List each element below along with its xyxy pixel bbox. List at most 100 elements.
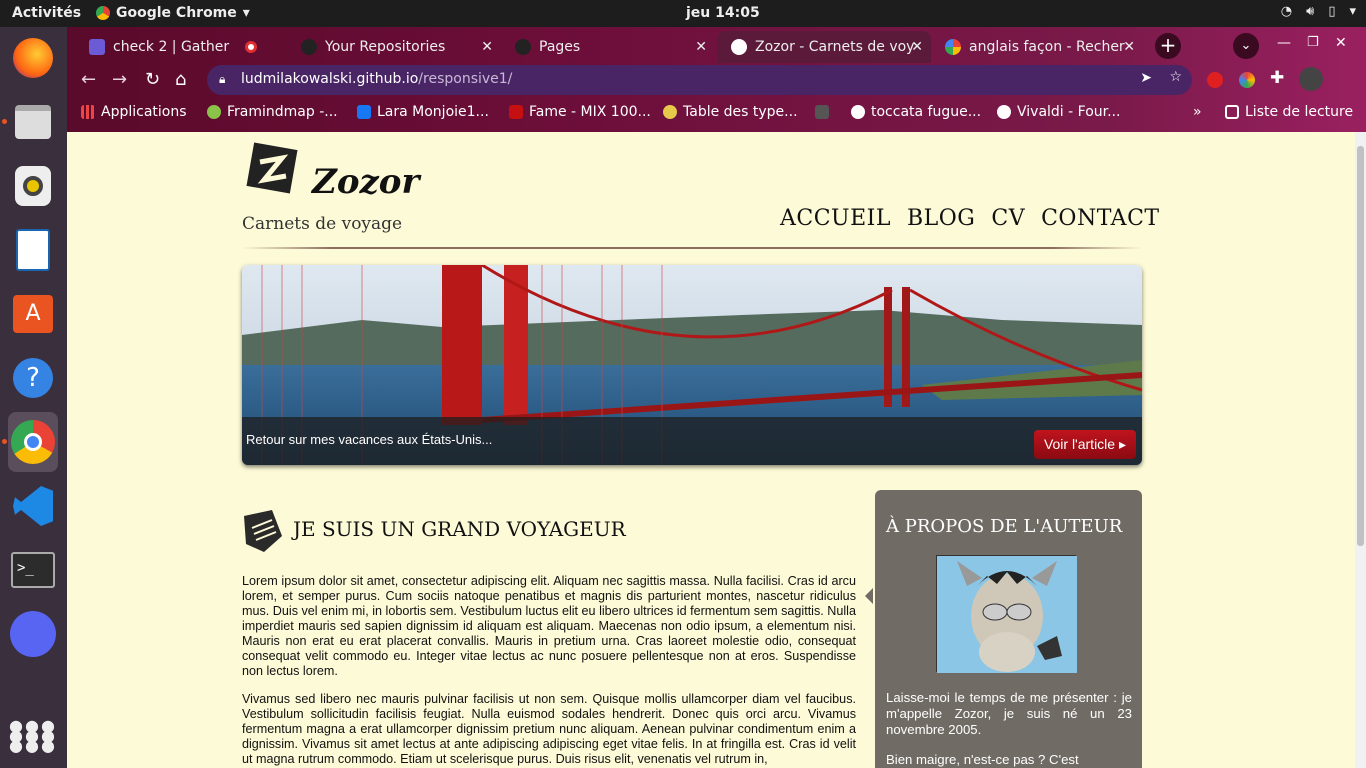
- tab-repositories[interactable]: Your Repositories ✕: [287, 31, 501, 63]
- tab-zozor[interactable]: Zozor - Carnets de voy ✕: [717, 31, 931, 63]
- close-icon[interactable]: ✕: [695, 39, 707, 55]
- site-tagline: Carnets de voyage: [242, 214, 403, 234]
- tab-search-button[interactable]: ⌄: [1233, 33, 1259, 59]
- bookmark-table-types[interactable]: Table des type...: [663, 104, 798, 120]
- minimize-button[interactable]: —: [1277, 35, 1291, 51]
- rhythmbox-icon[interactable]: [8, 161, 58, 211]
- tab-title: Pages: [539, 39, 581, 55]
- tab-pages[interactable]: Pages ✕: [501, 31, 715, 63]
- libreoffice-writer-icon[interactable]: [8, 225, 58, 275]
- chevron-right-icon: »: [1193, 104, 1202, 120]
- github-icon: [515, 39, 531, 55]
- lock-icon: 🔒︎: [219, 72, 226, 86]
- chrome-icon: [96, 6, 110, 20]
- tab-gather[interactable]: check 2 | Gather: [75, 31, 287, 63]
- reload-button[interactable]: ↻: [145, 69, 160, 90]
- bookmark-label: Fame - MIX 100...: [529, 104, 651, 120]
- files-icon[interactable]: [8, 97, 58, 147]
- volume-icon: 🔊︎: [1306, 4, 1315, 19]
- bookmark-star-icon[interactable]: ☆: [1169, 69, 1182, 85]
- bookmark-toccata[interactable]: toccata fugue...: [815, 104, 981, 120]
- extension-red-icon[interactable]: [1207, 72, 1223, 88]
- running-indicator: [2, 119, 7, 124]
- tab-google-search[interactable]: anglais façon - Recher ✕: [931, 31, 1143, 63]
- bookmark-fame[interactable]: Fame - MIX 100...: [509, 104, 651, 120]
- terminal-icon[interactable]: >_: [8, 545, 58, 595]
- aside-paragraph: Bien maigre, n'est-ce pas ? C'est: [886, 752, 1079, 767]
- page-scrollbar[interactable]: [1355, 132, 1366, 768]
- activities-button[interactable]: Activités: [12, 5, 81, 21]
- app-menu[interactable]: Google Chrome ▾: [96, 5, 250, 21]
- back-button[interactable]: ←: [81, 69, 96, 90]
- menu-item-cv[interactable]: CV: [991, 206, 1025, 231]
- system-tray[interactable]: ◔ 🔊︎ ▯ ▾: [1281, 4, 1356, 19]
- help-icon[interactable]: ?: [8, 353, 58, 403]
- tab-title: Your Repositories: [325, 39, 446, 55]
- site-brand[interactable]: Zozor: [312, 162, 419, 202]
- zozor-logo: [246, 142, 298, 194]
- forward-button[interactable]: →: [112, 69, 127, 90]
- globe-icon: [851, 105, 865, 119]
- maximize-button[interactable]: ❐: [1307, 35, 1319, 50]
- aside-paragraph: Laisse-moi le temps de me présenter : je…: [886, 690, 1132, 737]
- close-window-button[interactable]: ✕: [1335, 35, 1347, 51]
- apps-grid-icon: [81, 105, 95, 119]
- software-center-icon[interactable]: A: [8, 289, 58, 339]
- bookmark-label: Vivaldi - Four...: [1017, 104, 1121, 120]
- globe-icon: [997, 105, 1011, 119]
- battery-icon: ▯: [1328, 4, 1336, 19]
- profile-avatar[interactable]: [1299, 67, 1323, 91]
- read-article-button[interactable]: Voir l'article ▸: [1033, 430, 1136, 459]
- bookmark-label: Liste de lecture: [1245, 104, 1354, 120]
- article-icon: [244, 510, 282, 552]
- discord-icon[interactable]: [8, 609, 58, 659]
- tab-strip: check 2 | Gather Your Repositories ✕ Pag…: [67, 27, 1366, 63]
- reading-list-button[interactable]: Liste de lecture: [1225, 104, 1353, 120]
- bookmarks-bar: Applications Framindmap -... Lara Monjoi…: [67, 99, 1366, 129]
- menu-item-blog[interactable]: BLOG: [907, 206, 975, 231]
- menu-item-contact[interactable]: CONTACT: [1041, 206, 1159, 231]
- running-indicator: [2, 439, 7, 444]
- close-icon[interactable]: ✕: [911, 39, 923, 55]
- vscode-icon[interactable]: [8, 481, 58, 531]
- chevron-down-icon: ▾: [242, 5, 250, 21]
- fame-icon: [509, 105, 523, 119]
- bookmark-vivaldi[interactable]: Vivaldi - Four...: [997, 104, 1120, 120]
- home-button[interactable]: ⌂: [175, 69, 186, 90]
- address-bar[interactable]: 🔒︎ ludmilakowalski.github.io/responsive1…: [207, 65, 1192, 95]
- bookmark-lara[interactable]: Lara Monjoie1...: [357, 104, 489, 120]
- show-apps-icon[interactable]: ●●● ●●● ●●●: [8, 711, 58, 761]
- menu-item-accueil[interactable]: ACCUEIL: [780, 206, 891, 231]
- framindmap-icon: [207, 105, 221, 119]
- recording-icon: [245, 41, 257, 53]
- github-icon: [301, 39, 317, 55]
- bookmark-label: Lara Monjoie1...: [377, 104, 489, 120]
- bookmark-label: Table des type...: [683, 104, 798, 120]
- about-author-panel: À PROPOS DE L'AUTEUR Laisse-moi le temps…: [865, 490, 1142, 768]
- bookmark-applications[interactable]: Applications: [81, 104, 187, 120]
- banner-caption: Retour sur mes vacances aux États-Unis..…: [242, 417, 1142, 465]
- article-title: JE SUIS UN GRAND VOYAGEUR: [293, 517, 626, 541]
- extension-color-icon[interactable]: [1239, 72, 1255, 88]
- chrome-dock-icon[interactable]: [8, 412, 58, 472]
- scrollbar-thumb[interactable]: [1357, 146, 1364, 546]
- tab-title: anglais façon - Recher: [969, 39, 1125, 55]
- firefox-icon[interactable]: [8, 33, 58, 83]
- ubuntu-dock: A ? >_ ●●● ●●● ●●●: [0, 27, 67, 768]
- bookmarks-overflow-button[interactable]: »: [1193, 104, 1202, 120]
- extensions-puzzle-icon[interactable]: ✚: [1270, 68, 1284, 88]
- wifi-icon: ◔: [1280, 4, 1293, 19]
- pokeball-icon: [663, 105, 677, 119]
- send-icon[interactable]: ➤: [1140, 70, 1152, 86]
- system-top-bar: Activités Google Chrome ▾ jeu 14:05 ◔ 🔊︎…: [0, 0, 1366, 27]
- close-icon[interactable]: ✕: [1123, 39, 1135, 55]
- new-tab-button[interactable]: +: [1155, 33, 1181, 59]
- clock[interactable]: jeu 14:05: [686, 5, 760, 21]
- chevron-down-icon: ▾: [1349, 4, 1356, 19]
- bookmark-framindmap[interactable]: Framindmap -...: [207, 104, 338, 120]
- close-icon[interactable]: ✕: [481, 39, 493, 55]
- site-icon: [815, 105, 829, 119]
- tab-title: Zozor - Carnets de voy: [755, 39, 915, 55]
- bookmark-label: Framindmap -...: [227, 104, 338, 120]
- tab-title: check 2 | Gather: [113, 39, 230, 55]
